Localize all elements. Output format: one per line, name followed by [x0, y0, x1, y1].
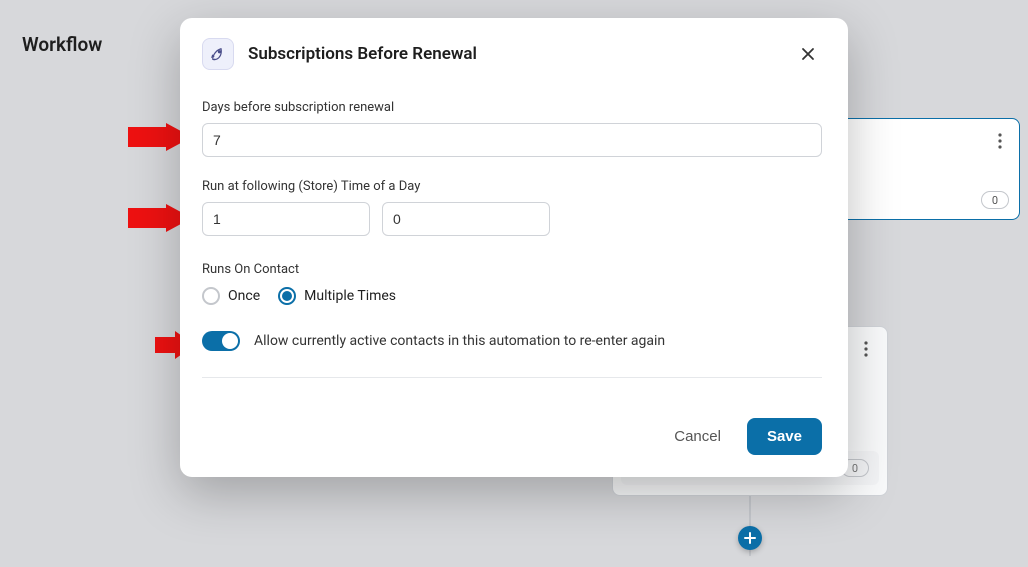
dialog-body: Days before subscription renewal Run at … [180, 84, 848, 400]
kebab-menu-button[interactable] [989, 127, 1011, 155]
runs-on-radio-group: Once Multiple Times [202, 287, 822, 305]
radio-multiple[interactable]: Multiple Times [278, 287, 396, 305]
dialog-footer: Cancel Save [180, 400, 848, 477]
divider [202, 377, 822, 378]
rocket-icon [202, 38, 234, 70]
reenter-toggle[interactable] [202, 331, 240, 351]
radio-dot-icon [202, 287, 220, 305]
bg-node-card: 0 [840, 118, 1020, 220]
runs-on-label: Runs On Contact [202, 262, 822, 277]
days-input[interactable] [202, 123, 822, 157]
radio-once[interactable]: Once [202, 287, 260, 305]
dialog-header: Subscriptions Before Renewal [180, 18, 848, 84]
cancel-button[interactable]: Cancel [668, 420, 727, 453]
reenter-toggle-label: Allow currently active contacts in this … [254, 333, 665, 349]
radio-dot-icon [278, 287, 296, 305]
add-node-button[interactable] [738, 526, 762, 550]
time-label: Run at following (Store) Time of a Day [202, 179, 822, 194]
radio-multiple-label: Multiple Times [304, 288, 396, 304]
time-minute-input[interactable] [382, 202, 550, 236]
settings-dialog: Subscriptions Before Renewal Days before… [180, 18, 848, 477]
time-row [202, 202, 822, 236]
time-hour-input[interactable] [202, 202, 370, 236]
days-label: Days before subscription renewal [202, 100, 822, 115]
dialog-title: Subscriptions Before Renewal [248, 44, 794, 64]
count-badge: 0 [981, 191, 1009, 209]
save-button[interactable]: Save [747, 418, 822, 455]
radio-once-label: Once [228, 288, 260, 304]
close-button[interactable] [794, 40, 822, 68]
kebab-menu-button[interactable] [855, 335, 877, 363]
reenter-toggle-row: Allow currently active contacts in this … [202, 331, 822, 351]
page-title: Workflow [22, 33, 102, 56]
